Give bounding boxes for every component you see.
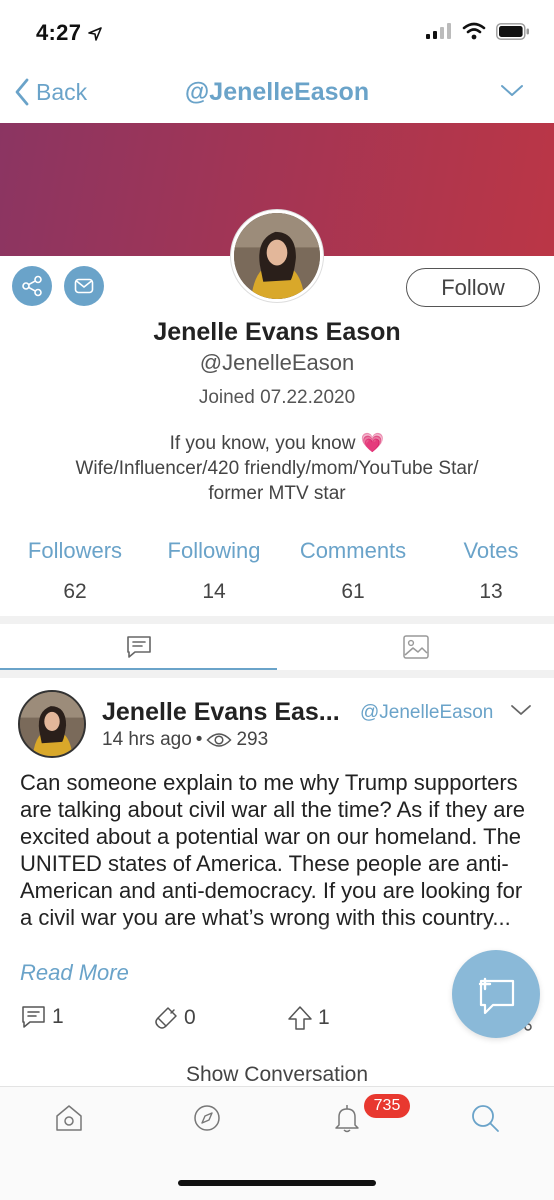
arrow-up-icon [288, 1006, 312, 1030]
home-icon [56, 1105, 82, 1131]
share-button[interactable] [12, 266, 52, 306]
post-views: 293 [236, 729, 269, 750]
stat-label: Comments [299, 538, 407, 563]
bell-icon [335, 1105, 359, 1133]
share-icon [22, 275, 42, 297]
chevron-down-icon [511, 705, 531, 715]
profile-tabs [0, 624, 554, 670]
read-more-link[interactable]: Read More [20, 960, 129, 986]
profile-stats: Followers 62 Following 14 Comments 61 Vo… [0, 538, 554, 608]
tab-notifications[interactable] [332, 1103, 362, 1133]
image-icon [402, 635, 429, 659]
bio-line: Wife/Influencer/420 friendly/mom/YouTube… [75, 458, 479, 479]
message-button[interactable] [64, 266, 104, 306]
megaphone-icon [155, 1007, 177, 1029]
profile-handle: @JenelleEason [199, 350, 355, 375]
post-author-name[interactable]: Jenelle Evans Eas... [102, 698, 340, 727]
stat-comments[interactable]: Comments 61 [284, 538, 422, 604]
compose-icon [478, 977, 515, 1015]
comment-icon [126, 636, 151, 658]
chevron-down-icon [501, 85, 523, 96]
profile-joined-date: Joined 07.22.2020 [198, 387, 356, 408]
post-menu-button[interactable] [510, 704, 532, 722]
home-indicator [178, 1180, 376, 1186]
status-bar: 4:27 [0, 0, 554, 62]
section-divider [0, 616, 554, 624]
stat-following[interactable]: Following 14 [148, 538, 280, 604]
stat-label: Votes [463, 538, 519, 563]
nav-menu-button[interactable] [500, 84, 524, 103]
comment-count: 1 [52, 1005, 64, 1028]
profile-name: Jenelle Evans Eason [153, 318, 401, 346]
tab-home[interactable] [54, 1103, 84, 1133]
stat-votes[interactable]: Votes 13 [440, 538, 542, 604]
comment-icon [22, 1006, 45, 1028]
nav-title: @JenelleEason [184, 78, 370, 106]
compass-icon [194, 1105, 220, 1131]
meta-separator: • [195, 729, 203, 750]
stat-label: Following [167, 538, 261, 563]
section-divider [0, 670, 554, 678]
post-author-handle[interactable]: @JenelleEason [360, 702, 493, 724]
upvote-count: 1 [318, 1006, 330, 1029]
post-time: 14 hrs ago [102, 729, 192, 750]
bio-line: If you know, you know 💗 [169, 433, 385, 454]
bio-line: former MTV star [208, 483, 346, 504]
stat-value: 61 [341, 580, 365, 603]
stat-value: 62 [63, 580, 87, 603]
flag-count: 0 [184, 1006, 196, 1029]
stat-value: 13 [479, 580, 503, 603]
post-body: Can someone explain to me why Trump supp… [20, 770, 526, 930]
eye-icon [206, 733, 232, 747]
status-time: 4:27 [36, 20, 102, 46]
notifications-badge: 735 [364, 1094, 410, 1118]
battery-icon [496, 22, 529, 40]
stat-label: Followers [27, 538, 123, 563]
profile-photo [234, 213, 320, 299]
tab-media[interactable] [277, 624, 554, 670]
profile-bio: If you know, you know 💗 Wife/Influencer/… [30, 431, 524, 506]
post-author-avatar[interactable] [18, 690, 86, 758]
search-icon [472, 1105, 499, 1132]
tab-search[interactable] [470, 1103, 500, 1133]
wifi-icon [462, 22, 486, 40]
show-conversation-link[interactable]: Show Conversation [0, 1063, 554, 1087]
profile-avatar [231, 210, 323, 302]
author-photo [20, 692, 84, 756]
mail-icon [74, 278, 94, 294]
tab-explore[interactable] [192, 1103, 222, 1133]
upvote-button[interactable]: 1 [286, 1004, 330, 1032]
comment-button[interactable]: 1 [20, 1004, 64, 1030]
compose-button[interactable] [452, 950, 540, 1038]
location-arrow-icon [87, 27, 102, 41]
tab-posts[interactable] [0, 624, 277, 670]
cellular-signal-icon [426, 23, 451, 39]
nav-bar: Back @JenelleEason [0, 64, 554, 124]
stat-value: 14 [202, 580, 226, 603]
flag-button[interactable]: 0 [152, 1004, 196, 1032]
follow-button[interactable]: Follow [406, 268, 540, 307]
stat-followers[interactable]: Followers 62 [10, 538, 140, 604]
post-body-fade [20, 923, 538, 949]
post-meta: 14 hrs ago • 293 [102, 729, 268, 751]
